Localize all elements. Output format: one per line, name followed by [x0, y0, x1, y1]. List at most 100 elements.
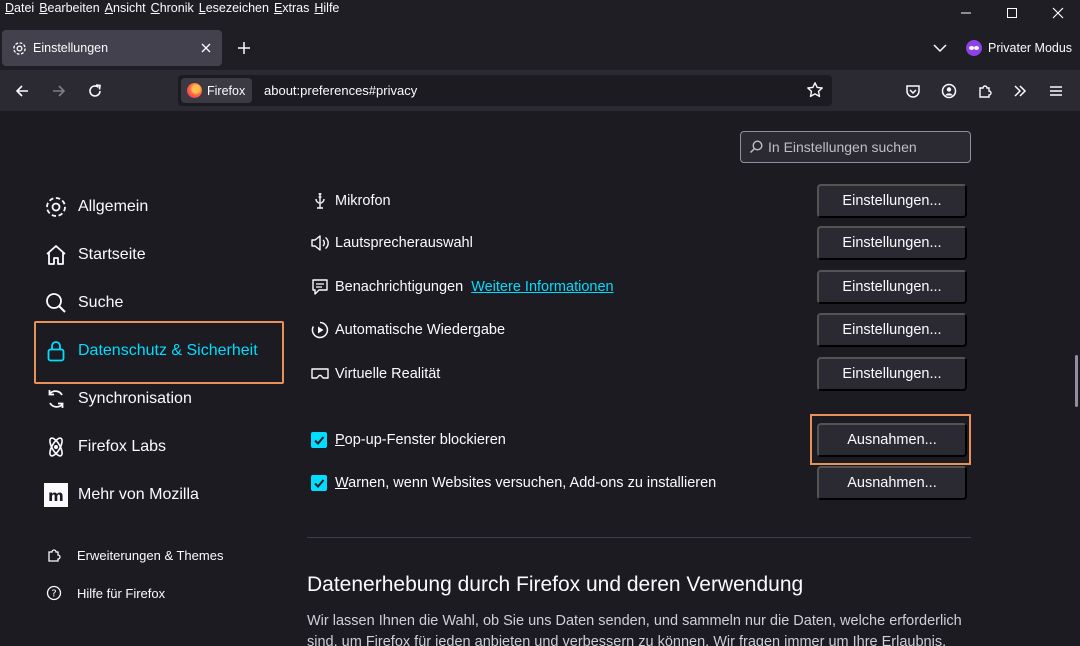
bookmark-star-icon[interactable] [806, 81, 824, 99]
arrow-right-icon [53, 85, 66, 97]
warn-addons-checkbox[interactable] [311, 475, 327, 491]
addon-exceptions-button[interactable]: Ausnahmen... [817, 466, 967, 500]
labs-icon [44, 435, 68, 459]
maximize-icon [1007, 8, 1017, 18]
home-icon [44, 243, 68, 267]
learn-more-link[interactable]: Weitere Informationen [471, 279, 613, 295]
account-button[interactable] [936, 78, 962, 104]
category-firefox-labs[interactable]: Firefox Labs [44, 432, 166, 462]
navigation-toolbar: Firefox about:preferences#privacy [0, 70, 1080, 111]
block-popups-row[interactable]: Pop-up-Fenster blockieren [311, 429, 506, 451]
more-tools-button[interactable] [1007, 78, 1033, 104]
category-synchronisation[interactable]: Synchronisation [44, 384, 192, 414]
footer-link-label: Erweiterungen & Themes [77, 547, 224, 563]
category-startseite[interactable]: Startseite [44, 240, 146, 270]
vr-settings-button[interactable]: Einstellungen... [817, 357, 967, 391]
plus-icon [238, 42, 250, 54]
microphone-icon [310, 191, 330, 211]
notifications-settings-button[interactable]: Einstellungen... [817, 270, 967, 304]
private-mask-icon [966, 40, 982, 56]
url-bar[interactable]: Firefox about:preferences#privacy [178, 75, 832, 106]
tab-settings[interactable]: Einstellungen [2, 30, 222, 66]
close-tab-icon[interactable] [200, 42, 212, 54]
maximize-button[interactable] [988, 0, 1036, 26]
new-tab-button[interactable] [232, 36, 256, 60]
app-menu-button[interactable] [1043, 78, 1069, 104]
menu-lesezeichen[interactable]: Lesezeichen [194, 0, 269, 18]
addons-themes-link[interactable]: Erweiterungen & Themes [46, 545, 223, 565]
category-label: Suche [78, 294, 124, 311]
extensions-button[interactable] [972, 78, 998, 104]
sync-icon [44, 387, 68, 411]
firefox-logo-icon [187, 83, 202, 98]
back-button[interactable] [9, 78, 35, 104]
category-mehr-von-mozilla[interactable]: m Mehr von Mozilla [44, 480, 199, 510]
identity-label: Firefox [207, 83, 246, 98]
forward-button[interactable] [46, 78, 72, 104]
category-label: Synchronisation [78, 390, 192, 407]
account-icon [941, 83, 957, 99]
private-mode-indicator: Privater Modus [966, 38, 1072, 58]
category-suche[interactable]: Suche [44, 288, 123, 318]
category-datenschutz[interactable]: Datenschutz & Sicherheit [44, 336, 258, 366]
minimize-button[interactable] [942, 0, 990, 26]
pocket-button[interactable] [900, 78, 926, 104]
mozilla-icon: m [44, 483, 68, 507]
search-icon [44, 291, 68, 315]
checkmark-icon [314, 436, 325, 445]
category-label: Startseite [78, 246, 146, 263]
gear-icon [13, 41, 26, 55]
block-popups-label: Pop-up-Fenster blockieren [335, 432, 506, 448]
checkmark-icon [314, 479, 325, 488]
menu-extras[interactable]: Extras [269, 0, 309, 18]
section-heading: Datenerhebung durch Firefox und deren Ve… [307, 573, 804, 596]
menu-ansicht[interactable]: Ansicht [100, 0, 146, 18]
permission-row-autoplay: Automatische Wiedergabe [310, 315, 505, 345]
speaker-icon [310, 233, 330, 253]
menu-chronik[interactable]: Chronik [146, 0, 194, 18]
vr-headset-icon [310, 364, 330, 384]
permission-row-microphone: Mikrofon [310, 186, 391, 216]
search-placeholder: In Einstellungen suchen [768, 139, 917, 155]
category-label: Mehr von Mozilla [78, 486, 199, 503]
autoplay-settings-button[interactable]: Einstellungen... [817, 313, 967, 347]
notification-icon [310, 277, 330, 297]
arrow-left-icon [15, 85, 28, 97]
permission-label: Automatische Wiedergabe [335, 322, 506, 338]
list-all-tabs-button[interactable] [928, 36, 952, 60]
lock-icon [44, 339, 68, 363]
help-icon: ? [46, 585, 62, 601]
firefox-help-link[interactable]: ? Hilfe für Firefox [46, 583, 165, 603]
private-mode-label: Privater Modus [988, 41, 1073, 55]
identity-box[interactable]: Firefox [181, 78, 253, 103]
minimize-icon [961, 12, 971, 14]
close-window-button[interactable] [1034, 0, 1080, 26]
category-label: Datenschutz & Sicherheit [78, 342, 258, 359]
category-allgemein[interactable]: Allgemein [44, 192, 148, 222]
section-description: Wir lassen Ihnen die Wahl, ob Sie uns Da… [307, 613, 962, 646]
autoplay-icon [310, 320, 330, 340]
scrollbar-thumb[interactable] [1075, 355, 1078, 407]
hamburger-menu-icon [1050, 86, 1062, 96]
permission-row-speaker: Lautsprecherauswahl [310, 228, 473, 258]
microphone-settings-button[interactable]: Einstellungen... [817, 184, 967, 218]
block-popups-checkbox[interactable] [311, 432, 327, 448]
reload-button[interactable] [82, 78, 108, 104]
menu-hilfe[interactable]: Hilfe [309, 0, 339, 18]
menu-bearbeiten[interactable]: Bearbeiten [34, 0, 99, 18]
category-label: Allgemein [78, 198, 149, 215]
reload-icon [89, 84, 101, 97]
search-icon [749, 140, 763, 154]
warn-addons-row[interactable]: Warnen, wenn Websites versuchen, Add-ons… [311, 472, 716, 494]
menu-datei[interactable]: Datei [0, 0, 34, 18]
speaker-settings-button[interactable]: Einstellungen... [817, 226, 967, 260]
url-text[interactable]: about:preferences#privacy [264, 83, 417, 98]
popup-exceptions-button[interactable]: Ausnahmen... [817, 423, 967, 457]
svg-text:?: ? [51, 589, 56, 600]
settings-search-input[interactable]: In Einstellungen suchen [740, 131, 971, 163]
svg-text:m: m [48, 487, 64, 505]
permission-label: Mikrofon [335, 193, 391, 209]
section-divider [307, 537, 971, 538]
category-label: Firefox Labs [78, 438, 167, 455]
permission-label: Virtuelle Realität [335, 366, 441, 382]
